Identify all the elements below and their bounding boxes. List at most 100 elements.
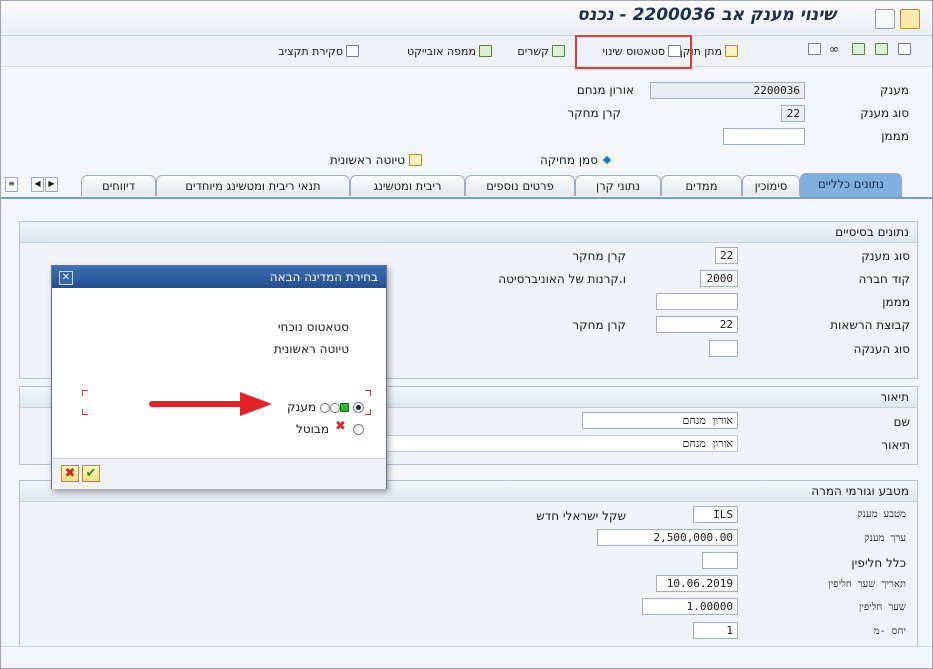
next-status-dialog: בחירת המדינה הבאה ✕ סטאטוס נוכחי טיוטה ר… bbox=[51, 265, 387, 489]
tab-general-data[interactable]: נתונים כלליים bbox=[800, 173, 902, 197]
description-label: תיאור bbox=[881, 438, 910, 452]
basic-data-title: נתונים בסיסיים bbox=[20, 222, 917, 243]
basic-grant-type-label: סוג מענק bbox=[861, 249, 910, 263]
sponsor-field[interactable] bbox=[723, 128, 805, 145]
ratio-field[interactable]: 1 bbox=[693, 622, 738, 639]
bracket-mark bbox=[82, 390, 88, 396]
basic-grant-type-field[interactable]: 22 bbox=[715, 247, 738, 264]
window-title: שינוי מענק אב 2200036 - נכנס bbox=[577, 5, 836, 25]
company-code-field[interactable]: 2000 bbox=[700, 270, 738, 287]
validate-icon bbox=[725, 45, 738, 57]
option-cancelled-radio[interactable] bbox=[353, 424, 364, 435]
budget-icon bbox=[346, 45, 359, 57]
draft-status: טיוטה ראשונית bbox=[330, 153, 422, 167]
grant-currency-label: מטבע מענק bbox=[857, 509, 906, 520]
grant-type-field[interactable]: 22 bbox=[781, 105, 805, 122]
grant-value-field[interactable]: 2,500,000.00 bbox=[597, 529, 738, 546]
grant-type-desc: קרן מחקר bbox=[567, 106, 621, 120]
traffic-light-icon bbox=[320, 403, 350, 413]
tab-additional-details[interactable]: פרטים נוספים bbox=[465, 175, 575, 196]
customize-icon[interactable] bbox=[900, 9, 920, 29]
grant-value-label: ערך מענק bbox=[864, 533, 906, 544]
auth-group-label: קבוצת הרשאות bbox=[830, 318, 910, 332]
title-bar: שינוי מענק אב 2200036 - נכנס bbox=[1, 1, 932, 36]
dialog-footer: ✖ ✔ bbox=[52, 458, 386, 489]
award-type-field[interactable] bbox=[709, 340, 738, 357]
deletion-flag-label: סמן מחיקה bbox=[539, 153, 598, 167]
basic-sponsor-label: מממן bbox=[882, 295, 910, 309]
current-status-label: סטאטוס נוכחי bbox=[277, 320, 349, 334]
grant-field[interactable]: 2200036 bbox=[650, 82, 805, 99]
bracket-mark bbox=[365, 390, 371, 396]
option-grant-label: מענק bbox=[287, 400, 316, 414]
currency-group: מטבע וגורמי המרה bbox=[19, 480, 918, 648]
grant-desc: אורון מנחם bbox=[576, 83, 634, 97]
company-code-desc: ו.קרנות של האוניברסיטה bbox=[498, 272, 626, 286]
budget-overview-label: סקירת תקציב bbox=[278, 44, 343, 58]
tab-fund-data[interactable]: נתוני קרן bbox=[575, 175, 661, 196]
display-icon[interactable] bbox=[898, 43, 911, 55]
dialog-close-button[interactable]: ✕ bbox=[59, 271, 73, 285]
description-value: אורון מנחם bbox=[682, 437, 733, 450]
name-label: שם bbox=[893, 415, 910, 429]
auth-group-desc: קרן מחקר bbox=[572, 318, 626, 332]
tab-list-button[interactable]: ≡ bbox=[5, 177, 18, 192]
status-bar bbox=[1, 646, 932, 668]
draft-status-label: טיוטה ראשונית bbox=[329, 153, 405, 167]
red-arrow-icon bbox=[149, 392, 272, 416]
create-icon[interactable] bbox=[875, 43, 888, 55]
application-toolbar: ∞ מתן תוקף סטאטוס שינוי קשרים ממפה אוביי… bbox=[1, 36, 932, 67]
company-code-label: קוד חברה bbox=[858, 272, 910, 286]
document-icon[interactable] bbox=[808, 43, 821, 55]
award-type-label: סוג הענקה bbox=[853, 342, 910, 356]
tab-strip: נתונים כלליים סימוכין ממדים נתוני קרן פר… bbox=[1, 171, 932, 199]
current-status-value: טיוטה ראשונית bbox=[273, 342, 349, 356]
grant-type-label: סוג מענק bbox=[860, 106, 909, 120]
highlight-box bbox=[575, 35, 692, 69]
bracket-mark bbox=[365, 409, 371, 415]
exchange-rule-field[interactable] bbox=[702, 552, 738, 569]
grant-currency-desc: שקל ישראלי חדש bbox=[536, 509, 626, 523]
copy-icon[interactable] bbox=[852, 43, 865, 55]
bracket-mark bbox=[82, 409, 88, 415]
cancel-x-icon: ✖ bbox=[335, 419, 346, 434]
relations-icon bbox=[552, 45, 565, 57]
tab-references[interactable]: סימוכין bbox=[742, 175, 800, 196]
tab-scroll-left[interactable]: ◀ bbox=[31, 177, 44, 192]
tab-scroll-right[interactable]: ▶ bbox=[45, 177, 58, 192]
basic-grant-type-desc: קרן מחקר bbox=[572, 249, 626, 263]
deletion-flag: סמן מחיקה bbox=[539, 153, 612, 167]
tab-reports[interactable]: דיווחים bbox=[81, 175, 156, 196]
basic-sponsor-field[interactable] bbox=[656, 293, 738, 310]
status-diamond-icon bbox=[602, 155, 612, 165]
auth-group-field[interactable]: 22 bbox=[656, 316, 738, 333]
exchange-rate-field[interactable]: 1.00000 bbox=[642, 598, 738, 615]
budget-overview-button[interactable]: סקירת תקציב bbox=[278, 42, 359, 60]
glasses-icon[interactable]: ∞ bbox=[829, 42, 839, 56]
tab-special-interest[interactable]: תנאי ריבית ומטשינג מיוחדים bbox=[156, 175, 350, 196]
dialog-title-bar: בחירת המדינה הבאה ✕ bbox=[52, 266, 386, 288]
name-field[interactable]: אורון מנחם bbox=[582, 412, 738, 429]
option-cancelled-label: מבוטל bbox=[296, 422, 329, 436]
relations-button[interactable]: קשרים bbox=[517, 42, 565, 60]
exchange-date-field[interactable]: 10.06.2019 bbox=[656, 575, 738, 592]
grant-currency-field[interactable]: ILS bbox=[693, 506, 738, 523]
edit-icon bbox=[409, 154, 422, 166]
tab-dimensions[interactable]: ממדים bbox=[661, 175, 742, 196]
relations-label: קשרים bbox=[517, 44, 549, 58]
dialog-cancel-button[interactable]: ✖ bbox=[61, 465, 79, 482]
ratio-label: יחס -מ bbox=[873, 626, 906, 637]
option-grant-radio[interactable] bbox=[353, 402, 364, 413]
grant-label: מענק bbox=[880, 83, 909, 97]
exchange-date-label: תאריך שער חליפין bbox=[828, 579, 906, 590]
menu-icon[interactable] bbox=[875, 9, 895, 29]
object-mapper-button[interactable]: ממפה אובייקט bbox=[407, 42, 492, 60]
dialog-confirm-button[interactable]: ✔ bbox=[82, 465, 100, 482]
description-field[interactable]: אורון מנחם bbox=[381, 435, 738, 452]
object-mapper-label: ממפה אובייקט bbox=[406, 44, 476, 58]
exchange-rate-label: שער חליפין bbox=[858, 602, 906, 613]
mapper-icon bbox=[479, 45, 492, 57]
dialog-title: בחירת המדינה הבאה bbox=[269, 270, 378, 284]
tab-interest-matching[interactable]: ריבית ומטשינג bbox=[350, 175, 465, 196]
sponsor-label: מממן bbox=[881, 129, 909, 143]
